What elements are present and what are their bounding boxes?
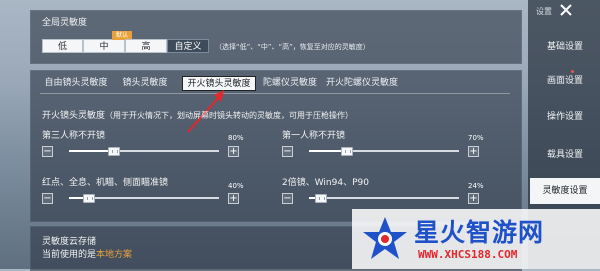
slider-label-third-person: 第三人称不开镜 (42, 131, 106, 141)
slider-value-red-dot: 40% (228, 182, 244, 190)
watermark-url: WWW.XHCS188.COM (418, 248, 518, 261)
section-description: （用于开火情况下，划动屏幕时镜头转动的灵敏度，可用于压枪操作） (105, 111, 354, 120)
slider-track-first-person[interactable] (309, 150, 459, 152)
tab-gyroscope-sensitivity[interactable]: 陀螺仪灵敏度 (258, 76, 322, 91)
global-sensitivity-title: 全局灵敏度 (42, 18, 88, 28)
watermark-logo-icon (363, 217, 407, 259)
sidebar-top-label: 设置 (536, 7, 552, 16)
tab-fire-gyroscope-sensitivity[interactable]: 开火陀螺仪灵敏度 (324, 76, 400, 91)
increase-2x-scope-button[interactable]: + (468, 193, 479, 204)
cloud-current-prefix: 当前使用的是 (42, 250, 97, 260)
preset-custom-button[interactable]: 自定义 (167, 39, 209, 53)
increase-third-person-button[interactable]: + (228, 146, 239, 157)
slider-label-red-dot: 红点、全息、机瞄、侧面瞄准镜 (42, 178, 169, 188)
slider-thumb-third-person[interactable] (108, 147, 120, 156)
cloud-storage-current: 当前使用的是本地方案 (42, 247, 132, 260)
slider-value-2x-scope: 24% (468, 182, 484, 190)
watermark-name: 星火智游网 (414, 218, 545, 247)
section-title-text: 开火镜头灵敏度 (42, 111, 106, 121)
sidebar-item-controls[interactable]: 操作设置 (530, 110, 600, 124)
decrease-third-person-button[interactable]: − (42, 146, 53, 157)
slider-thumb-red-dot[interactable] (82, 194, 95, 203)
slider-thumb-2x-scope[interactable] (315, 194, 327, 203)
slider-track-third-person[interactable] (69, 150, 219, 152)
cloud-current-value[interactable]: 本地方案 (96, 250, 132, 260)
global-sensitivity-panel (30, 10, 522, 64)
preset-low-button[interactable]: 低 (42, 39, 83, 53)
decrease-first-person-button[interactable]: − (282, 146, 293, 157)
preset-hint: （选择“低”、“中”、“高”，恢复至对应的灵敏度） (215, 43, 370, 51)
decrease-red-dot-button[interactable]: − (42, 193, 53, 204)
slider-value-first-person: 70% (468, 134, 484, 142)
tab-camera-sensitivity[interactable]: 镜头灵敏度 (112, 76, 178, 91)
sidebar-item-vehicle[interactable]: 载具设置 (530, 148, 600, 162)
slider-track-2x-scope[interactable] (309, 197, 459, 199)
tab-free-camera-sensitivity[interactable]: 自由镜头灵敏度 (40, 76, 112, 91)
section-title: 开火镜头灵敏度（用于开火情况下，划动屏幕时镜头转动的灵敏度，可用于压枪操作） (42, 108, 353, 121)
increase-first-person-button[interactable]: + (468, 146, 479, 157)
subtab-divider (40, 93, 510, 94)
preset-medium-button[interactable]: 中 (83, 39, 125, 53)
slider-label-2x-scope: 2倍镜、Win94、P90 (282, 178, 369, 188)
increase-red-dot-button[interactable]: + (228, 193, 239, 204)
cloud-storage-title: 灵敏度云存储 (42, 237, 97, 247)
slider-label-first-person: 第一人称不开镜 (282, 131, 346, 141)
preset-high-button[interactable]: 高 (125, 39, 167, 53)
sidebar-item-basic[interactable]: 基础设置 (530, 40, 600, 54)
notification-dot (571, 70, 574, 73)
slider-value-third-person: 80% (228, 134, 244, 142)
sidebar-item-sensitivity[interactable]: 灵敏度设置 (530, 178, 600, 204)
decrease-2x-scope-button[interactable]: − (282, 193, 293, 204)
close-icon[interactable] (559, 3, 573, 17)
sidebar-item-graphics[interactable]: 画面设置 (530, 74, 600, 88)
slider-thumb-first-person[interactable] (340, 147, 353, 156)
